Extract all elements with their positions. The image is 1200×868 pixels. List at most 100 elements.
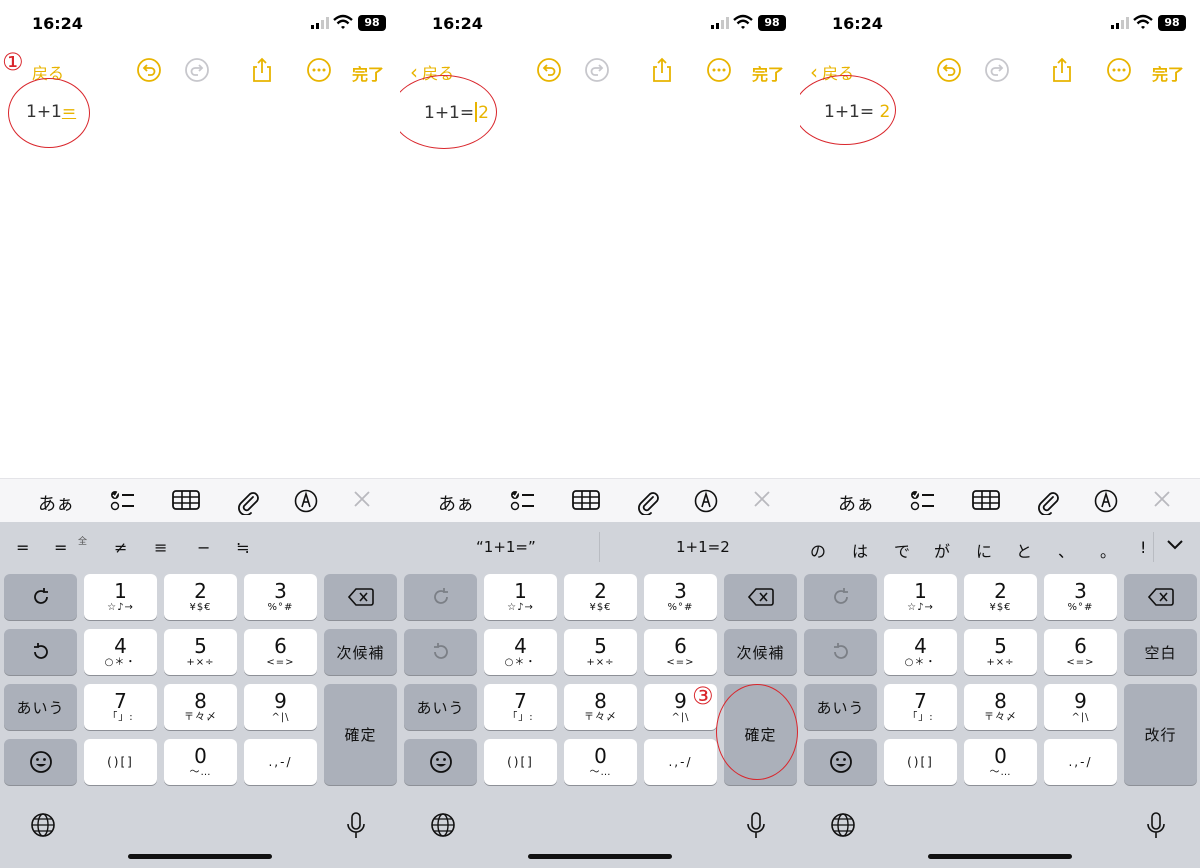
- key-8[interactable]: 8 〒々〆: [564, 684, 637, 730]
- paperclip-icon[interactable]: [1036, 489, 1060, 515]
- reload-key[interactable]: [4, 574, 77, 620]
- key-9[interactable]: 9 ^|\: [1044, 684, 1117, 730]
- key-8[interactable]: 8 〒々〆: [964, 684, 1037, 730]
- text-format-button[interactable]: あぁ: [438, 490, 474, 516]
- undo-icon[interactable]: [936, 57, 962, 83]
- table-icon[interactable]: [572, 489, 600, 511]
- candidate-item[interactable]: に: [976, 538, 992, 562]
- paperclip-icon[interactable]: [636, 489, 660, 515]
- candidate-item[interactable]: =: [54, 538, 67, 557]
- candidate-item[interactable]: =: [16, 538, 29, 557]
- key-1[interactable]: 1 ☆♪→: [884, 574, 957, 620]
- candidate-item[interactable]: は: [852, 538, 868, 562]
- checklist-icon[interactable]: [110, 489, 136, 513]
- key-6[interactable]: 6 <=>: [644, 629, 717, 675]
- table-icon[interactable]: [972, 489, 1000, 511]
- more-icon[interactable]: [1106, 57, 1132, 83]
- key-0[interactable]: 0 〜…: [564, 739, 637, 785]
- reload-key[interactable]: [404, 574, 477, 620]
- redo-icon[interactable]: [184, 57, 210, 83]
- done-button[interactable]: 完了: [352, 61, 384, 85]
- markup-pen-icon[interactable]: [694, 489, 718, 513]
- key-0[interactable]: 0 〜…: [164, 739, 237, 785]
- mic-icon[interactable]: [1146, 812, 1166, 840]
- paperclip-icon[interactable]: [236, 489, 260, 515]
- undo-key[interactable]: [4, 629, 77, 675]
- candidate-item[interactable]: −: [197, 538, 210, 557]
- undo-icon[interactable]: [536, 57, 562, 83]
- key-9[interactable]: 9 ^|\: [244, 684, 317, 730]
- key-7[interactable]: 7 「」:: [84, 684, 157, 730]
- key-7[interactable]: 7 「」:: [884, 684, 957, 730]
- share-icon[interactable]: [1049, 57, 1075, 83]
- confirm-key[interactable]: 確定: [324, 684, 397, 785]
- next-candidate-key[interactable]: 次候補: [324, 629, 397, 675]
- key-1[interactable]: 1 ☆♪→: [84, 574, 157, 620]
- globe-icon[interactable]: [30, 812, 56, 838]
- mic-icon[interactable]: [346, 812, 366, 840]
- backspace-key[interactable]: [324, 574, 397, 620]
- key-3[interactable]: 3 %°#: [644, 574, 717, 620]
- backspace-key[interactable]: [724, 574, 797, 620]
- candidate-item[interactable]: の: [810, 538, 826, 562]
- candidate-item[interactable]: が: [934, 538, 950, 562]
- newline-key[interactable]: 改行: [1124, 684, 1197, 785]
- markup-pen-icon[interactable]: [1094, 489, 1118, 513]
- key-punctuation[interactable]: .,-/: [244, 739, 317, 785]
- aiu-key[interactable]: あいう: [804, 684, 877, 730]
- done-button[interactable]: 完了: [752, 61, 784, 85]
- share-icon[interactable]: [649, 57, 675, 83]
- undo-icon[interactable]: [136, 57, 162, 83]
- emoji-key[interactable]: [804, 739, 877, 785]
- globe-icon[interactable]: [430, 812, 456, 838]
- key-brackets[interactable]: ()[]: [84, 739, 157, 785]
- key-1[interactable]: 1 ☆♪→: [484, 574, 557, 620]
- key-4[interactable]: 4 ○＊・: [484, 629, 557, 675]
- key-punctuation[interactable]: .,-/: [1044, 739, 1117, 785]
- more-icon[interactable]: [706, 57, 732, 83]
- candidate-item[interactable]: !: [1140, 538, 1146, 557]
- candidate-item[interactable]: 1+1=2: [676, 538, 730, 556]
- key-7[interactable]: 7 「」:: [484, 684, 557, 730]
- candidate-item[interactable]: 、: [1058, 538, 1074, 562]
- key-2[interactable]: 2 ¥$€: [564, 574, 637, 620]
- candidate-item[interactable]: ≠: [114, 538, 127, 557]
- undo-key[interactable]: [404, 629, 477, 675]
- checklist-icon[interactable]: [510, 489, 536, 513]
- reload-key[interactable]: [804, 574, 877, 620]
- backspace-key[interactable]: [1124, 574, 1197, 620]
- key-5[interactable]: 5 +×÷: [964, 629, 1037, 675]
- key-0[interactable]: 0 〜…: [964, 739, 1037, 785]
- candidate-item[interactable]: で: [894, 538, 910, 562]
- key-8[interactable]: 8 〒々〆: [164, 684, 237, 730]
- redo-icon[interactable]: [984, 57, 1010, 83]
- key-3[interactable]: 3 %°#: [244, 574, 317, 620]
- more-icon[interactable]: [306, 57, 332, 83]
- candidate-item[interactable]: 。: [1100, 538, 1116, 562]
- key-3[interactable]: 3 %°#: [1044, 574, 1117, 620]
- key-brackets[interactable]: ()[]: [484, 739, 557, 785]
- text-format-button[interactable]: あぁ: [38, 490, 74, 516]
- close-icon[interactable]: [1152, 489, 1172, 509]
- chevron-down-icon[interactable]: [1166, 538, 1184, 550]
- done-button[interactable]: 完了: [1152, 61, 1184, 85]
- emoji-key[interactable]: [404, 739, 477, 785]
- aiu-key[interactable]: あいう: [404, 684, 477, 730]
- candidate-item[interactable]: と: [1016, 538, 1032, 562]
- checklist-icon[interactable]: [910, 489, 936, 513]
- key-2[interactable]: 2 ¥$€: [164, 574, 237, 620]
- globe-icon[interactable]: [830, 812, 856, 838]
- aiu-key[interactable]: あいう: [4, 684, 77, 730]
- close-icon[interactable]: [352, 489, 372, 509]
- key-6[interactable]: 6 <=>: [1044, 629, 1117, 675]
- space-key[interactable]: 空白: [1124, 629, 1197, 675]
- emoji-key[interactable]: [4, 739, 77, 785]
- key-4[interactable]: 4 ○＊・: [84, 629, 157, 675]
- key-punctuation[interactable]: .,-/: [644, 739, 717, 785]
- key-brackets[interactable]: ()[]: [884, 739, 957, 785]
- key-6[interactable]: 6 <=>: [244, 629, 317, 675]
- undo-key[interactable]: [804, 629, 877, 675]
- key-5[interactable]: 5 +×÷: [164, 629, 237, 675]
- candidate-item[interactable]: ≒: [236, 538, 249, 557]
- candidate-item[interactable]: “1+1=”: [476, 538, 536, 556]
